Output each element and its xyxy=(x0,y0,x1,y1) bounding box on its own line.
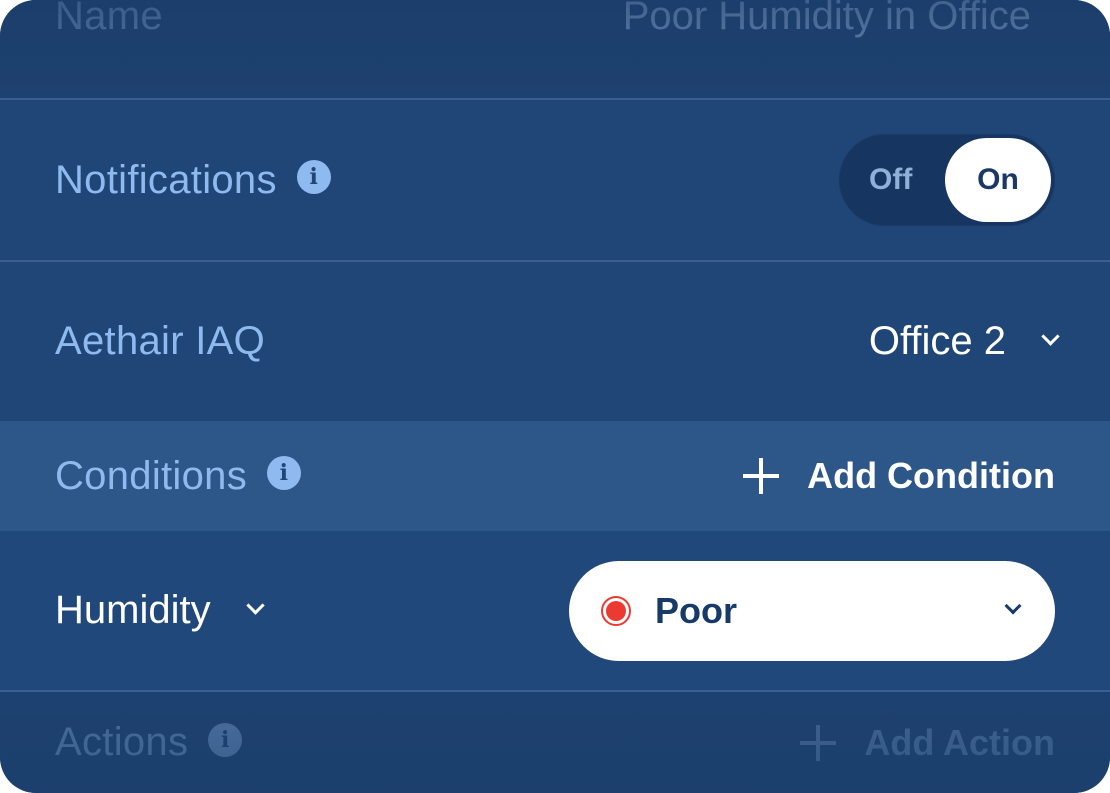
condition-metric-select[interactable]: Humidity xyxy=(55,588,265,633)
info-icon[interactable]: i xyxy=(267,456,302,490)
condition-level-select[interactable]: Poor xyxy=(569,560,1055,661)
name-label: Name xyxy=(55,0,163,38)
actions-label: Actions i xyxy=(55,720,243,765)
add-condition-button[interactable]: Add Condition xyxy=(743,455,1055,497)
conditions-label: Conditions i xyxy=(55,454,302,499)
actions-header: Actions i Add Action xyxy=(0,692,1110,793)
add-action-label: Add Action xyxy=(864,721,1055,763)
add-action-button[interactable]: Add Action xyxy=(800,722,1055,764)
name-value[interactable]: Poor Humidity in Office xyxy=(623,0,1031,39)
toggle-on-option[interactable]: On xyxy=(945,138,1051,222)
condition-row: Humidity Poor xyxy=(0,531,1110,690)
chevron-down-icon xyxy=(245,596,265,615)
chevron-down-icon xyxy=(1041,326,1060,346)
condition-level-value: Poor xyxy=(655,589,738,631)
notifications-toggle[interactable]: Off On xyxy=(839,134,1055,226)
device-row: Aethair IAQ Office 2 xyxy=(0,262,1110,420)
add-condition-label: Add Condition xyxy=(807,455,1055,496)
chevron-down-icon xyxy=(1004,597,1022,614)
name-row[interactable]: Name Poor Humidity in Office xyxy=(0,0,1110,98)
notifications-row: Notifications i Off On xyxy=(0,100,1110,260)
info-icon[interactable]: i xyxy=(208,722,243,757)
status-dot-icon xyxy=(601,595,631,626)
notifications-label: Notifications i xyxy=(55,158,331,203)
condition-metric-value: Humidity xyxy=(55,588,211,632)
conditions-header: Conditions i Add Condition xyxy=(0,421,1110,531)
device-select[interactable]: Office 2 xyxy=(868,318,1060,364)
device-select-value: Office 2 xyxy=(868,318,1006,363)
toggle-off-option[interactable]: Off xyxy=(869,134,912,226)
plus-icon xyxy=(800,724,837,761)
plus-icon xyxy=(743,458,780,494)
device-label: Aethair IAQ xyxy=(55,318,266,363)
info-icon[interactable]: i xyxy=(296,160,331,194)
rule-editor-panel: Name Poor Humidity in Office Notificatio… xyxy=(0,0,1110,793)
